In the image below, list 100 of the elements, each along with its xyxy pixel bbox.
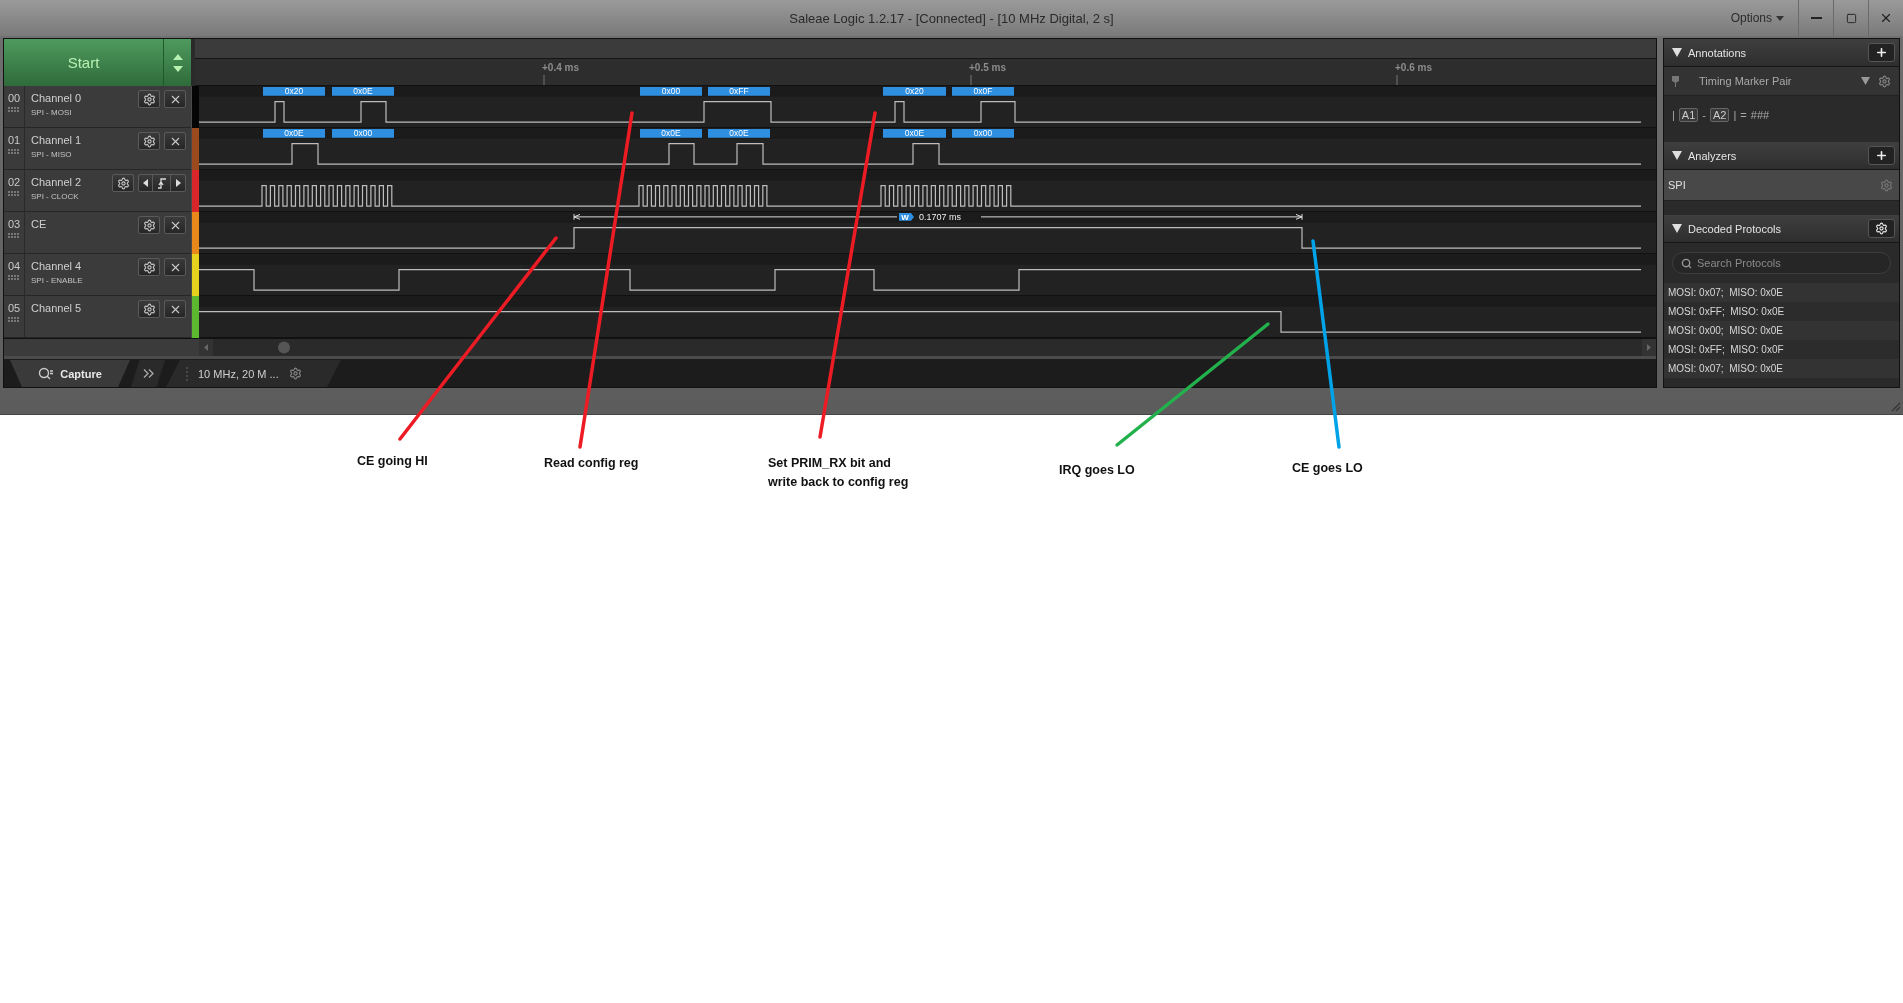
measurement-reading: 0.1707 ms [919,212,961,223]
annotation-note: CE goes LO [1292,460,1364,477]
formula-text: ### [1750,109,1770,121]
settings-button[interactable] [1868,219,1895,238]
settings-icon [142,134,156,148]
channel-number: 05 [7,302,21,314]
panel-title: Decoded Protocols [1688,222,1782,235]
decoded-value: 0x0E [708,128,770,139]
panel-title: Analyzers [1688,149,1738,162]
right-triangle-icon [175,179,181,187]
protocol-row[interactable]: MOSI: 0x07; MISO: 0x0E [1664,359,1899,378]
settings-button[interactable] [138,258,160,276]
caret-icon [1776,15,1784,21]
search-icon [1681,258,1692,269]
search-list-icon [38,366,55,381]
decoded-value: 0x0E [640,128,702,139]
channel-name: Channel 4 [31,260,83,272]
grip-icon [8,275,20,281]
resize-grip-icon[interactable] [1889,400,1901,412]
plus-icon [1875,46,1888,59]
grip-icon [8,149,20,155]
decoded-value: 0x00 [332,128,394,139]
decoded-value: 0x20 [883,86,946,97]
protocol-row[interactable]: MOSI: 0x00; MISO: 0x0E [1664,321,1899,340]
settings-button[interactable] [138,216,160,234]
decoded-value: 0xFF [708,86,770,97]
channel-number: 03 [7,218,21,230]
left-triangle-icon [143,179,148,187]
settings-icon[interactable] [1878,74,1891,88]
channel-name: Channel 0 [31,92,83,104]
decoded-value: 0x0E [883,128,946,139]
tick-label: +0.4 ms [542,62,579,73]
channel-name: Channel 1 [31,134,83,146]
start-button[interactable]: Start [4,39,164,86]
capture-tab[interactable]: Capture [10,360,130,387]
close-button[interactable] [164,90,186,108]
panel-header[interactable]: Annotations [1664,39,1899,67]
channel-role: SPI - CLOCK [31,192,80,201]
decoded-value: 0x00 [952,128,1014,139]
add-button[interactable] [1868,43,1895,62]
tick-label: +0.6 ms [1395,62,1432,73]
channel-name: Channel 2 [31,176,83,188]
minimize-icon [1810,17,1822,19]
settings-button[interactable] [138,90,160,108]
horizontal-scrollbar[interactable] [199,339,1656,356]
settings-button[interactable] [138,132,160,150]
annotation-note: Set PRIM_RX bit and write back to config reg [768,455,910,491]
settings-icon [116,176,130,190]
window-title: Saleae Logic 1.2.17 - [Connected] - [10 MHz Digital, 2 s] [789,10,1114,26]
settings-icon [1875,222,1888,235]
marker-chip[interactable]: A2 [1710,108,1730,122]
collapse-triangle-icon [1672,151,1682,160]
tick-label: +0.5 ms [969,62,1006,73]
channel-name: CE [31,218,48,230]
channel-role: SPI - MISO [31,150,73,159]
options-menu[interactable]: Options [1716,0,1798,36]
pin-icon [1672,75,1679,87]
close-button[interactable] [164,258,186,276]
settings-button[interactable] [138,300,160,318]
grip-icon [8,107,20,113]
panel-header[interactable]: Decoded Protocols [1664,215,1899,243]
close-button[interactable] [164,216,186,234]
channel-number: 02 [7,176,21,188]
analyzer-item[interactable]: SPI [1664,170,1899,201]
channel-number: 04 [7,260,21,272]
formula-text: - [1702,109,1706,121]
double-chevron-icon [142,369,154,378]
collapse-triangle-icon [1672,224,1682,233]
protocol-row[interactable]: MOSI: 0x07; MISO: 0x0E [1664,283,1899,302]
annotation-note: Read config reg [544,455,640,472]
formula-text: | [1733,109,1737,121]
dropdown-triangle-icon [1861,77,1870,85]
decoded-value: 0x0E [332,86,394,97]
up-down-triangles-icon [172,52,183,73]
close-button[interactable] [164,132,186,150]
up-down-button[interactable] [164,39,191,86]
decoded-value: 0x00 [640,86,702,97]
capture-settings-tab[interactable]: 10 MHz, 20 M ... [166,360,341,387]
marker-chip[interactable]: A1 [1678,108,1699,122]
search-field[interactable]: Search Protocols [1672,252,1891,274]
settings-button[interactable] [112,174,134,192]
channel-number: 01 [7,134,21,146]
channel-role: SPI - ENABLE [31,276,84,285]
add-button[interactable] [1868,146,1895,165]
settings-icon [142,218,156,232]
close-button[interactable] [164,300,186,318]
settings-icon [142,302,156,316]
decoded-value: 0x0E [263,128,325,139]
panel-header[interactable]: Analyzers [1664,142,1899,170]
channel-name: Channel 5 [31,302,83,314]
collapse-triangle-icon [1672,48,1682,57]
grip-icon [8,233,20,239]
formula-text: | [1672,109,1675,121]
settings-icon [142,260,156,274]
formula-text: = [1740,109,1747,121]
expand-tab[interactable] [131,360,165,387]
settings-icon [142,92,156,106]
annotation-note: CE going HI [357,453,429,470]
plus-icon [1875,149,1888,162]
channel-role: SPI - MOSI [31,108,73,117]
